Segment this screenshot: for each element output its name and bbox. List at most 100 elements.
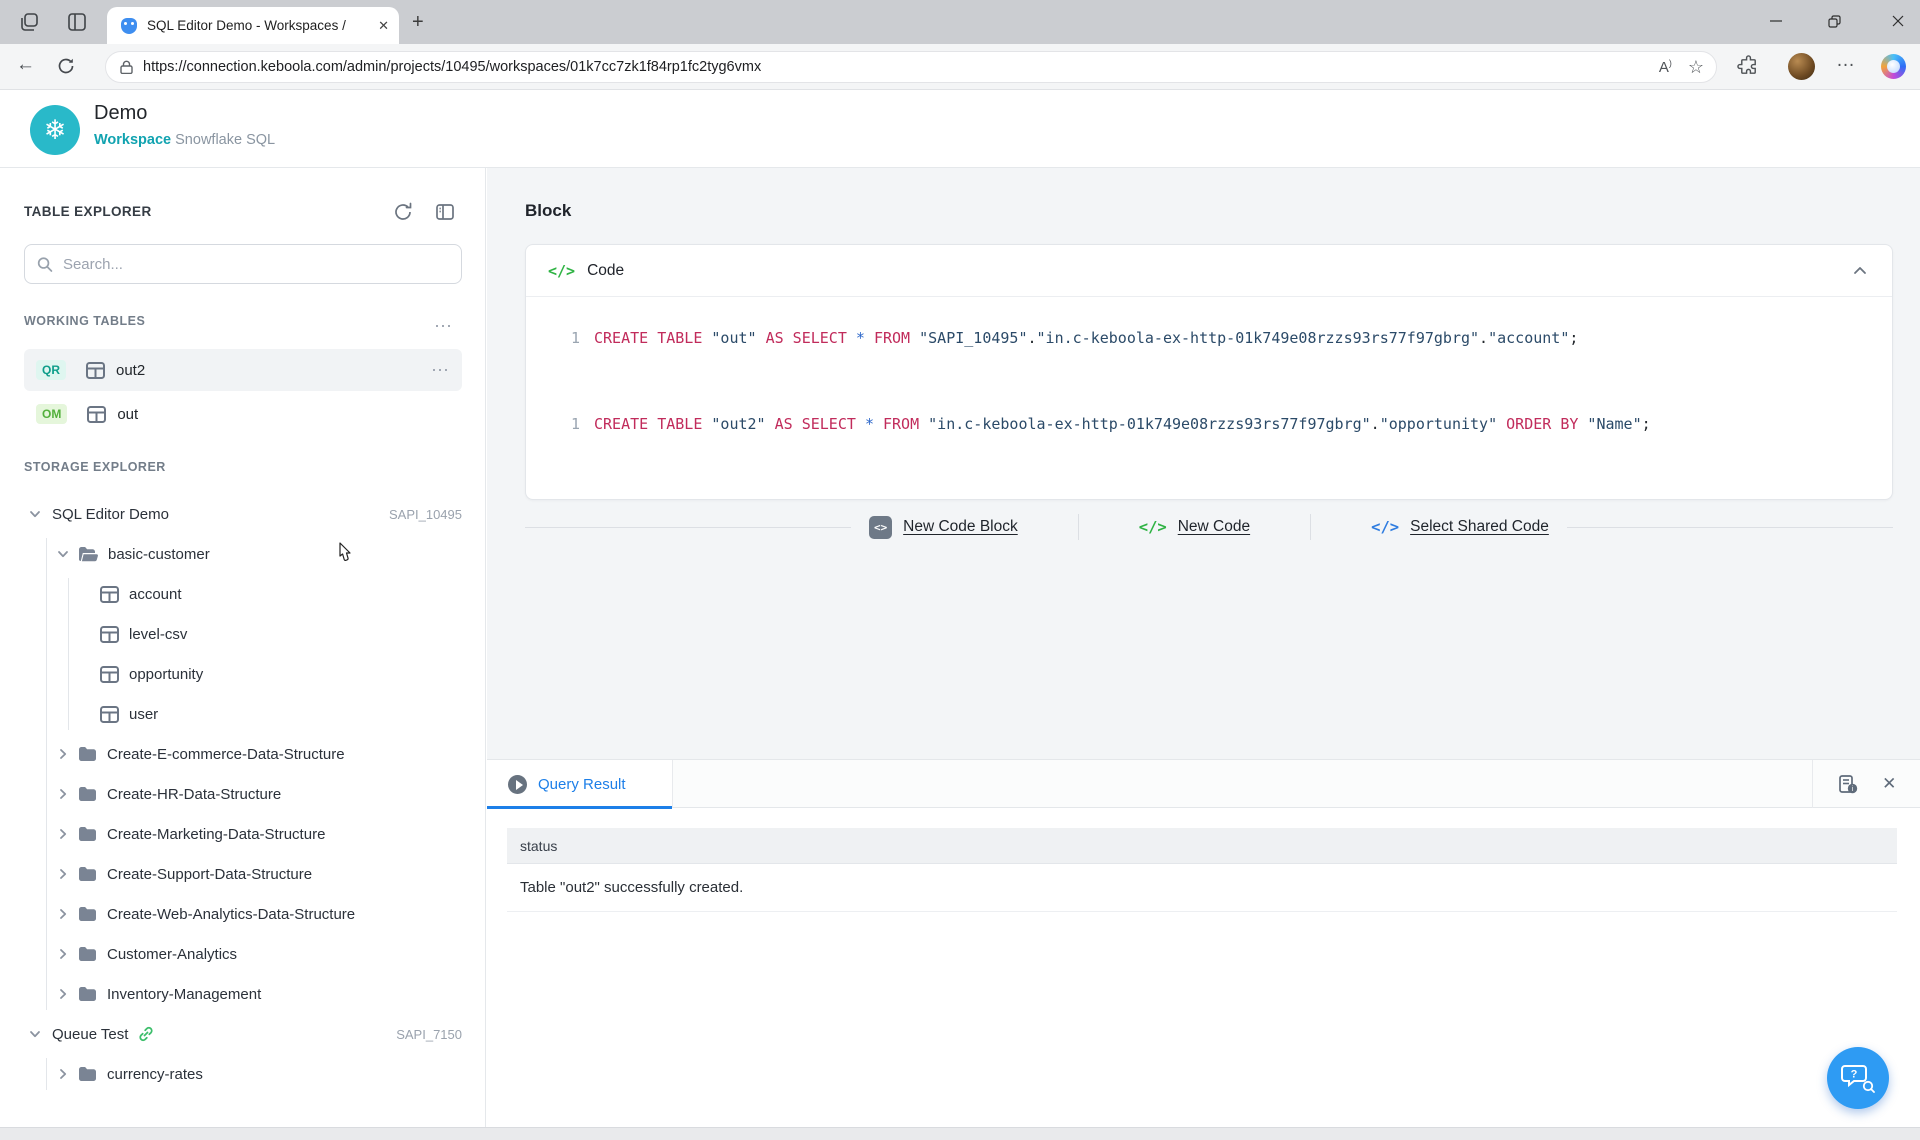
block-title: Block [525, 201, 572, 220]
new-code-block-link[interactable]: <> New Code Block [869, 515, 1018, 539]
window-restore-button[interactable] [1819, 8, 1849, 34]
refresh-icon[interactable] [56, 56, 76, 76]
code-card-header[interactable]: </> Code [526, 245, 1892, 297]
window-minimize-button[interactable] [1761, 8, 1791, 34]
tree-item-label: currency-rates [107, 1065, 203, 1083]
chevron-right-icon [60, 909, 67, 919]
bucket-stage-badge: SAPI_7150 [396, 1026, 462, 1042]
sql-code-line[interactable]: 1 CREATE TABLE "out2" AS SELECT * FROM "i… [526, 415, 1892, 439]
tree-item-inventory-management[interactable]: Inventory-Management [0, 974, 486, 1014]
tree-item-create-hr-data-structure[interactable]: Create-HR-Data-Structure [0, 774, 486, 814]
action-label: New Code [1177, 518, 1251, 535]
browser-menu-icon[interactable]: … [1836, 50, 1856, 72]
workspace-breadcrumb-link[interactable]: Workspace [94, 132, 171, 148]
result-tab-label: Query Result [538, 775, 626, 793]
search-input[interactable] [62, 255, 449, 273]
code-icon: </> [548, 261, 576, 280]
divider-line [1566, 526, 1893, 528]
select-shared-code-link[interactable]: </> Select Shared Code [1371, 518, 1549, 536]
tree-item-level-csv[interactable]: level-csv [0, 614, 486, 654]
working-tables-list: QR out2 ⋯ OM out [24, 349, 462, 437]
tab-workspaces-icon[interactable] [18, 11, 40, 33]
working-tables-menu-icon[interactable]: ⋯ [434, 316, 453, 337]
tree-item-label: Create-E-commerce-Data-Structure [107, 745, 345, 763]
tree-item-label: account [129, 585, 182, 603]
bucket-stage-badge: SAPI_10495 [388, 506, 462, 522]
result-details-icon[interactable]: i [1837, 773, 1859, 795]
folder-icon [79, 947, 96, 961]
browser-profile-avatar[interactable] [1788, 53, 1815, 80]
new-code-link[interactable]: </> New Code [1139, 518, 1250, 536]
table-icon [100, 625, 119, 643]
table-alias-badge: QR [36, 360, 66, 380]
address-bar[interactable]: A) ☆ [105, 51, 1717, 83]
workspace-header: ❄ Demo Workspace Snowflake SQL RUN ALL ↺… [0, 90, 1920, 248]
row-menu-icon[interactable]: ⋯ [431, 360, 450, 381]
chevron-right-icon [60, 949, 67, 959]
action-label: New Code Block [903, 518, 1018, 535]
working-table-row[interactable]: OM out [24, 393, 462, 435]
collapse-chevron-icon[interactable] [1852, 263, 1868, 279]
table-search[interactable] [24, 244, 462, 284]
tree-item-create-e-commerce-data-structure[interactable]: Create-E-commerce-Data-Structure [0, 734, 486, 774]
tree-item-label: level-csv [129, 625, 188, 643]
url-input[interactable] [143, 59, 1643, 75]
browser-tab[interactable]: SQL Editor Demo - Workspaces / ✕ [107, 7, 399, 44]
search-icon [37, 256, 53, 272]
folder-icon [79, 747, 96, 761]
sql-statement: CREATE TABLE "out" AS SELECT * FROM "SAP… [594, 329, 1579, 347]
new-tab-button[interactable]: + [412, 10, 424, 34]
tree-item-create-marketing-data-structure[interactable]: Create-Marketing-Data-Structure [0, 814, 486, 854]
vertical-tabs-icon[interactable] [66, 11, 88, 33]
close-result-panel-icon[interactable]: ✕ [1882, 774, 1896, 794]
tree-item-label: Create-HR-Data-Structure [107, 785, 282, 803]
table-name: out [117, 405, 139, 423]
read-aloud-icon[interactable]: A) [1659, 58, 1672, 76]
tree-item-create-support-data-structure[interactable]: Create-Support-Data-Structure [0, 854, 486, 894]
vertical-divider [1310, 514, 1312, 540]
copilot-icon[interactable] [1881, 54, 1906, 79]
tab-close-icon[interactable]: ✕ [378, 18, 389, 34]
sql-editor[interactable]: 1 CREATE TABLE "out" AS SELECT * FROM "SA… [526, 297, 1892, 439]
folder-icon [79, 787, 96, 801]
table-alias-badge: OM [36, 404, 68, 424]
help-chat-button[interactable]: ? [1827, 1047, 1889, 1109]
tree-item-sql-editor-demo[interactable]: SQL Editor Demo SAPI_10495 [0, 494, 486, 534]
mouse-cursor [339, 542, 351, 561]
keboola-favicon [121, 17, 137, 34]
query-result-tab[interactable]: Query Result [487, 760, 673, 809]
browser-toolbar: ← A) ☆ … [0, 44, 1920, 90]
tree-item-label: Inventory-Management [107, 985, 262, 1003]
tree-item-currency-rates[interactable]: currency-rates [0, 1054, 486, 1094]
result-play-icon [508, 774, 527, 794]
line-number: 1 [570, 415, 580, 433]
sql-code-line[interactable]: 1 CREATE TABLE "out" AS SELECT * FROM "SA… [526, 329, 1892, 353]
code-actions-row: <> New Code Block </> New Code </> Select Sha… [525, 506, 1893, 548]
result-column-header: status [507, 828, 1897, 864]
table-explorer-sidebar: TABLE EXPLORER WORKING TABLES ⋯ QR out2 ⋯ O… [0, 168, 486, 1127]
tree-item-customer-analytics[interactable]: Customer-Analytics [0, 934, 486, 974]
chevron-right-icon [60, 789, 67, 799]
working-table-row[interactable]: QR out2 ⋯ [24, 349, 462, 391]
storage-tree: SQL Editor Demo SAPI_10495 basic-customer a… [0, 494, 486, 1094]
tree-item-account[interactable]: account [0, 574, 486, 614]
tree-item-label: user [129, 705, 159, 723]
linked-bucket-icon [139, 1026, 154, 1042]
toggle-panel-icon[interactable] [434, 201, 456, 223]
tree-item-queue-test[interactable]: Queue Test SAPI_7150 [0, 1014, 486, 1054]
window-close-button[interactable] [1883, 8, 1913, 34]
chevron-right-icon [60, 869, 67, 879]
tree-item-user[interactable]: user [0, 694, 486, 734]
divider-line [525, 526, 852, 528]
extensions-icon[interactable] [1737, 55, 1760, 78]
sidebar-title: TABLE EXPLORER [24, 204, 152, 219]
tree-item-create-web-analytics-data-structure[interactable]: Create-Web-Analytics-Data-Structure [0, 894, 486, 934]
tree-item-basic-customer[interactable]: basic-customer [0, 534, 486, 574]
shared-code-icon: </> [1371, 518, 1400, 536]
favorites-star-icon[interactable]: ☆ [1688, 57, 1704, 78]
table-icon [100, 585, 119, 603]
back-icon[interactable]: ← [16, 54, 35, 76]
tree-item-opportunity[interactable]: opportunity [0, 654, 486, 694]
refresh-tables-icon[interactable] [392, 201, 414, 223]
tree-item-label: Create-Support-Data-Structure [107, 865, 313, 883]
